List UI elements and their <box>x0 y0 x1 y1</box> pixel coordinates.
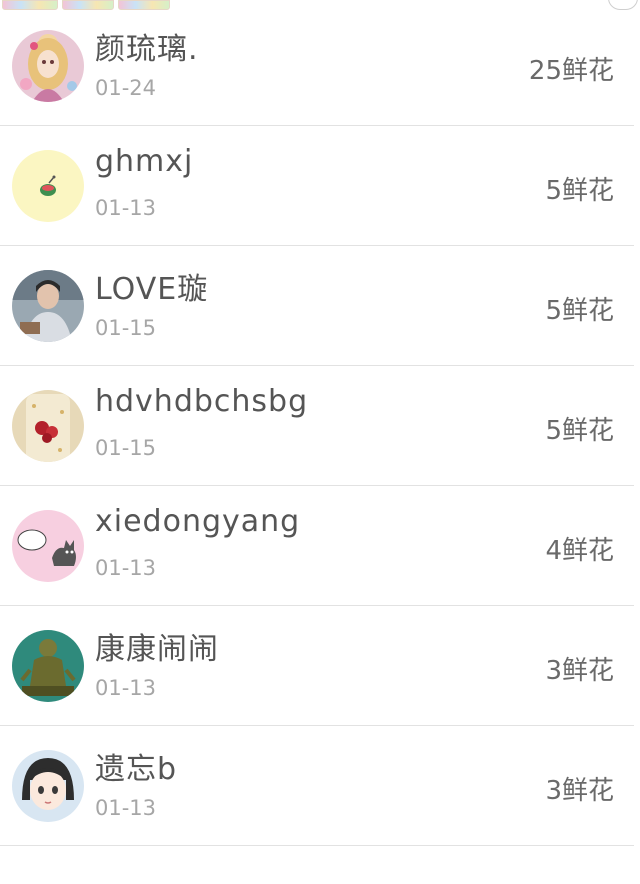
flower-count: 5鲜花 <box>545 176 614 206</box>
gift-date: 01-15 <box>95 436 157 460</box>
list-item[interactable]: 颜琉璃. 01-24 25鲜花 <box>0 6 634 126</box>
user-name[interactable]: ghmxj <box>95 144 193 179</box>
flower-count: 25鲜花 <box>528 56 614 86</box>
anime-girl-avatar-icon[interactable] <box>12 750 84 822</box>
doll-avatar-icon[interactable] <box>12 30 84 102</box>
gift-date: 01-24 <box>95 76 157 100</box>
list-item[interactable]: xiedongyang 01-13 4鲜花 <box>0 486 634 606</box>
list-item[interactable]: ghmxj 01-13 5鲜花 <box>0 126 634 246</box>
gift-date: 01-13 <box>95 796 157 820</box>
list-item[interactable]: 遗忘b 01-13 3鲜花 <box>0 726 634 846</box>
user-name[interactable]: hdvhdbchsbg <box>95 384 308 419</box>
flower-count: 4鲜花 <box>545 536 614 566</box>
user-name[interactable]: 颜琉璃. <box>95 24 199 68</box>
flower-ranking-screen: 颜琉璃. 01-24 25鲜花 ghmxj 01-13 5鲜花 LOVE璇 01… <box>0 0 640 884</box>
cat-cartoon-avatar-icon[interactable] <box>12 510 84 582</box>
gift-date: 01-13 <box>95 676 157 700</box>
user-name[interactable]: 康康闹闹 <box>95 624 219 668</box>
flower-giver-list: 颜琉璃. 01-24 25鲜花 ghmxj 01-13 5鲜花 LOVE璇 01… <box>0 6 634 846</box>
user-name[interactable]: LOVE璇 <box>95 264 208 308</box>
list-item[interactable]: hdvhdbchsbg 01-15 5鲜花 <box>0 366 634 486</box>
gift-date: 01-13 <box>95 556 157 580</box>
gift-date: 01-15 <box>95 316 157 340</box>
list-item[interactable]: LOVE璇 01-15 5鲜花 <box>0 246 634 366</box>
gift-date: 01-13 <box>95 196 157 220</box>
flower-count: 5鲜花 <box>545 296 614 326</box>
user-name[interactable]: 遗忘b <box>95 744 177 788</box>
flower-count: 5鲜花 <box>545 416 614 446</box>
watermelon-avatar-icon[interactable] <box>12 150 84 222</box>
phone-case-avatar-icon[interactable] <box>12 390 84 462</box>
list-item[interactable]: 康康闹闹 01-13 3鲜花 <box>0 606 634 726</box>
statue-avatar-icon[interactable] <box>12 630 84 702</box>
flower-count: 3鲜花 <box>545 656 614 686</box>
user-name[interactable]: xiedongyang <box>95 504 300 539</box>
flower-count: 3鲜花 <box>545 776 614 806</box>
boy-photo-avatar-icon[interactable] <box>12 270 84 342</box>
